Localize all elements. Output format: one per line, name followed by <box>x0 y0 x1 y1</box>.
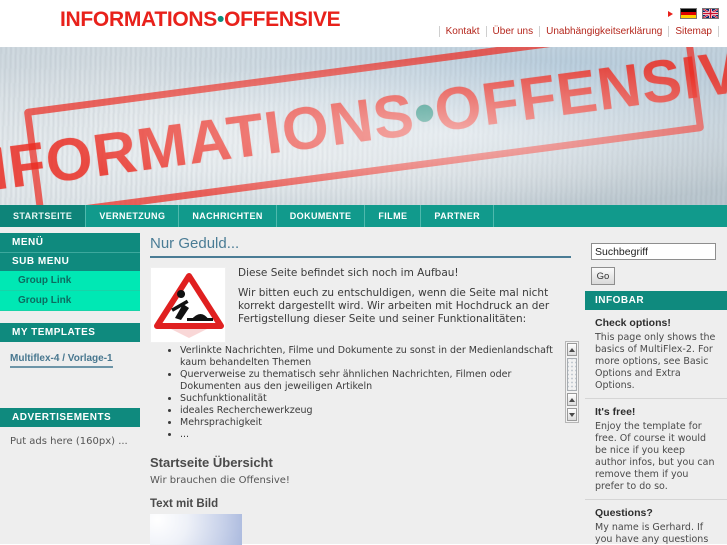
logo-text-part1: INFORMATIONS <box>60 8 217 31</box>
header-link-kontakt[interactable]: Kontakt <box>438 26 486 37</box>
nav-item-startseite[interactable]: STARTSEITE <box>0 205 87 227</box>
search-input[interactable] <box>591 243 716 260</box>
construction-sign-box <box>150 267 226 343</box>
intro-section: Diese Seite befindet sich noch im Aufbau… <box>150 267 571 343</box>
main-content: Nur Geduld... Diese Seite befindet sich … <box>140 227 585 545</box>
search-go-button[interactable]: Go <box>591 267 615 285</box>
sidebar-group-link-1[interactable]: Group Link <box>0 271 140 291</box>
german-flag-icon[interactable] <box>680 8 697 19</box>
right-sidebar: Go INFOBAR Check options! This page only… <box>585 227 727 545</box>
banner-stamp-graphic: INFORMATIONS • OFFENSIVE <box>0 47 727 205</box>
scrollbar-down-button[interactable] <box>567 408 577 421</box>
scrollbar-up-button-top[interactable] <box>567 343 577 356</box>
sidebar-ads-body: Put ads here (160px) ... <box>0 427 140 457</box>
list-item: Querverweise zu thematisch sehr ähnliche… <box>180 369 571 393</box>
nav-item-partner[interactable]: PARTNER <box>421 205 495 227</box>
uk-flag-icon[interactable] <box>702 8 719 19</box>
page-title: Nur Geduld... <box>150 235 571 258</box>
infobar-block-text: Enjoy the template for free. Of course i… <box>595 421 715 492</box>
list-item: Mehrsprachigkeit <box>180 417 571 429</box>
sidebar-submenu-title: SUB MENU <box>0 252 140 271</box>
infobar-block-questions: Questions? My name is Gerhard. If you ha… <box>585 500 727 545</box>
intro-lead: Diese Seite befindet sich noch im Aufbau… <box>238 267 459 279</box>
header-link-sitemap[interactable]: Sitemap <box>668 26 719 37</box>
list-item: Suchfunktionalität <box>180 393 571 405</box>
stamp-text-part1: INFORMATIONS <box>0 80 419 205</box>
infobar-block-title: Questions? <box>595 507 653 519</box>
logo-dot-icon: • <box>217 8 225 31</box>
overview-heading: Startseite Übersicht <box>150 455 273 470</box>
page-body: MENÜ SUB MENU Group Link Group Link MY T… <box>0 227 727 545</box>
page-root: INFORMATIONS•OFFENSIVE Kontakt Über uns … <box>0 0 727 545</box>
language-flags <box>668 8 719 19</box>
scrollbar-thumb[interactable] <box>567 358 577 391</box>
list-item: Verlinkte Nachrichten, Filme und Dokumen… <box>180 345 571 369</box>
sidebar-templates-body: Multiflex-4 / Vorlage-1 <box>0 342 140 378</box>
chevron-up-icon <box>569 347 575 352</box>
features-list: Verlinkte Nachrichten, Filme und Dokumen… <box>150 345 571 441</box>
infobar-title: INFOBAR <box>585 291 727 310</box>
infobar-block-title: It's free! <box>595 406 636 418</box>
stamp-text-part2: OFFENSIVE <box>430 47 727 144</box>
header-link-unabhaengigkeitserklaerung[interactable]: Unabhängigkeitserklärung <box>539 26 668 37</box>
header-link-ueber-uns[interactable]: Über uns <box>485 26 540 37</box>
infobar-block-text: My name is Gerhard. If you have any ques… <box>595 522 709 545</box>
image-section-heading: Text mit Bild <box>150 498 219 510</box>
list-item: ideales Recherchewerkzeug <box>180 405 571 417</box>
sidebar-templates-title: MY TEMPLATES <box>0 323 140 342</box>
scrollbar-up-button-bottom[interactable] <box>567 393 577 406</box>
nav-item-nachrichten[interactable]: NACHRICHTEN <box>179 205 277 227</box>
content-image <box>150 514 242 545</box>
list-item: ... <box>180 429 571 441</box>
sidebar-ads-text: Put ads here (160px) ... <box>10 436 128 447</box>
nav-item-dokumente[interactable]: DOKUMENTE <box>277 205 366 227</box>
infobar-block-title: Check options! <box>595 317 671 329</box>
left-sidebar: MENÜ SUB MENU Group Link Group Link MY T… <box>0 227 140 544</box>
chevron-up-icon <box>569 397 575 402</box>
overview-text: Wir brauchen die Offensive! <box>150 475 290 486</box>
intro-body: Wir bitten euch zu entschuldigen, wenn d… <box>238 287 550 325</box>
intro-text-block: Diese Seite befindet sich noch im Aufbau… <box>238 267 571 343</box>
content-scrollbar[interactable] <box>565 341 579 423</box>
site-logo[interactable]: INFORMATIONS•OFFENSIVE <box>60 9 360 30</box>
stamp-dot-icon: • <box>409 77 440 147</box>
sidebar-menu-title: MENÜ <box>0 233 140 252</box>
features-wrapper: Verlinkte Nachrichten, Filme und Dokumen… <box>150 341 579 441</box>
nav-item-filme[interactable]: FILME <box>365 205 422 227</box>
main-navigation: STARTSEITE VERNETZUNG NACHRICHTEN DOKUME… <box>0 205 727 227</box>
sidebar-template-link[interactable]: Multiflex-4 / Vorlage-1 <box>10 353 113 368</box>
infobar-block-check-options: Check options! This page only shows the … <box>585 310 727 399</box>
site-header: INFORMATIONS•OFFENSIVE Kontakt Über uns … <box>0 0 727 47</box>
construction-warning-sign-icon <box>150 267 226 343</box>
logo-text-part2: OFFENSIVE <box>224 8 341 31</box>
infobar-block-its-free: It's free! Enjoy the template for free. … <box>585 399 727 500</box>
chevron-down-icon <box>569 412 575 417</box>
red-arrow-icon <box>668 10 673 17</box>
hero-banner: INFORMATIONS • OFFENSIVE <box>0 47 727 205</box>
sidebar-group-link-2[interactable]: Group Link <box>0 291 140 311</box>
search-box: Go <box>585 233 727 285</box>
sidebar-ads-title: ADVERTISEMENTS <box>0 408 140 427</box>
header-utility-links: Kontakt Über uns Unabhängigkeitserklärun… <box>438 26 719 37</box>
nav-item-vernetzung[interactable]: VERNETZUNG <box>86 205 180 227</box>
infobar-block-text: This page only shows the basics of Multi… <box>595 332 716 391</box>
